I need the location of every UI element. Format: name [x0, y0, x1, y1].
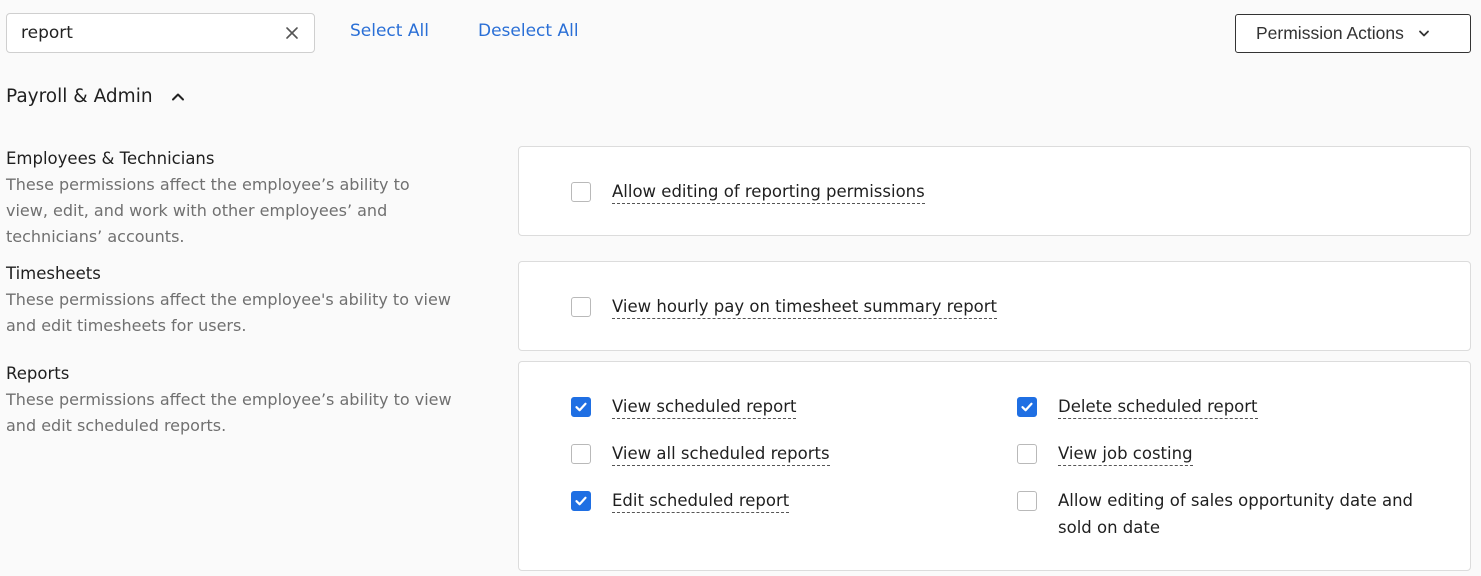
deselect-all-link[interactable]: Deselect All — [478, 21, 579, 41]
permission-label: View hourly pay on timesheet summary rep… — [612, 293, 998, 320]
permission-label: Edit scheduled report — [612, 487, 790, 514]
checkbox[interactable] — [571, 297, 591, 317]
permission-actions-button[interactable]: Permission Actions — [1235, 14, 1471, 53]
checkbox[interactable] — [1017, 397, 1037, 417]
checkmark-icon — [575, 496, 587, 506]
group-title: Reports — [6, 364, 70, 383]
permission-item[interactable]: Delete scheduled report — [1017, 396, 1258, 420]
permission-label: Allow editing of sales opportunity date … — [1058, 491, 1414, 537]
permission-label: View all scheduled reports — [612, 440, 830, 467]
permission-item[interactable]: View job costing — [1017, 443, 1193, 467]
search-input[interactable] — [21, 14, 271, 52]
group-description: These permissions affect the employee's … — [6, 290, 451, 335]
permission-label: Delete scheduled report — [1058, 393, 1258, 420]
permissions-page: Select All Deselect All Permission Actio… — [0, 0, 1481, 576]
checkbox[interactable] — [571, 397, 591, 417]
permission-item[interactable]: View hourly pay on timesheet summary rep… — [571, 293, 998, 320]
permission-label: View job costing — [1058, 440, 1193, 467]
clear-icon[interactable] — [284, 25, 300, 41]
permission-label: View scheduled report — [612, 393, 797, 420]
permission-item[interactable]: Allow editing of sales opportunity date … — [1017, 490, 1417, 541]
group-info-reports: Reports These permissions affect the emp… — [6, 364, 486, 439]
permission-actions-label: Permission Actions — [1256, 23, 1404, 43]
group-info-employees: Employees & Technicians These permission… — [6, 149, 486, 250]
chevron-down-icon — [1418, 30, 1429, 36]
search-box — [6, 13, 315, 53]
permission-item[interactable]: View all scheduled reports — [571, 443, 830, 467]
chevron-up-icon — [171, 93, 184, 101]
checkmark-icon — [575, 402, 587, 412]
select-all-link[interactable]: Select All — [350, 21, 429, 41]
checkbox[interactable] — [571, 491, 591, 511]
permission-card-reports: View scheduled report View all scheduled… — [518, 361, 1471, 571]
checkbox[interactable] — [571, 444, 591, 464]
permission-card-employees: Allow editing of reporting permissions — [518, 146, 1471, 236]
group-title: Employees & Technicians — [6, 149, 215, 168]
permission-item[interactable]: Edit scheduled report — [571, 487, 790, 514]
section-title: Payroll & Admin — [6, 86, 153, 107]
group-description: These permissions affect the employee’s … — [6, 175, 410, 246]
checkbox[interactable] — [1017, 444, 1037, 464]
permission-card-timesheets: View hourly pay on timesheet summary rep… — [518, 261, 1471, 351]
group-info-timesheets: Timesheets These permissions affect the … — [6, 264, 486, 339]
group-description: These permissions affect the employee’s … — [6, 390, 452, 435]
section-header[interactable]: Payroll & Admin — [6, 86, 185, 107]
group-title: Timesheets — [6, 264, 101, 283]
checkmark-icon — [1021, 402, 1033, 412]
permission-item[interactable]: View scheduled report — [571, 393, 797, 420]
permission-label: Allow editing of reporting permissions — [612, 178, 925, 205]
permission-item[interactable]: Allow editing of reporting permissions — [571, 181, 925, 205]
checkbox[interactable] — [1017, 491, 1037, 511]
checkbox[interactable] — [571, 182, 591, 202]
